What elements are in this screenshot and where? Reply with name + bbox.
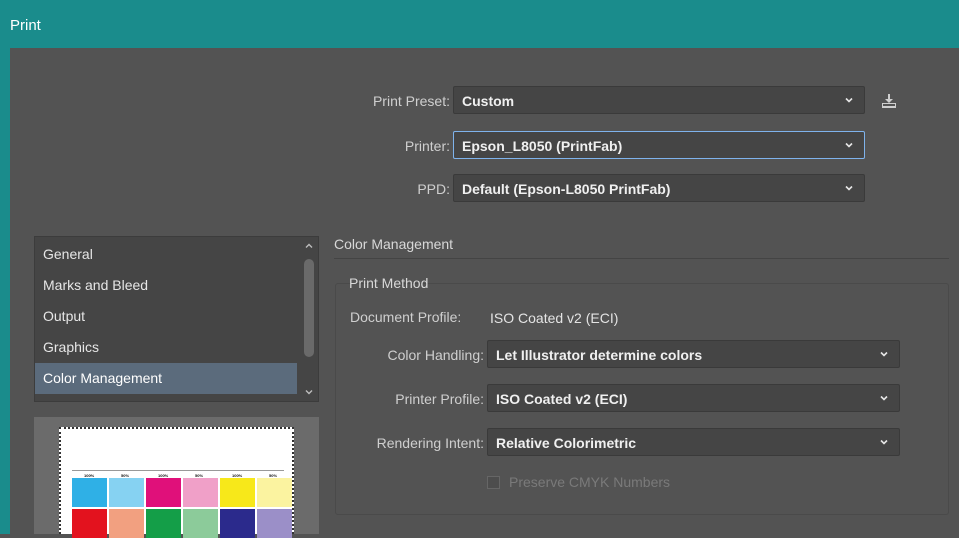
print-preset-value: Custom	[462, 93, 515, 109]
chevron-down-icon	[845, 97, 853, 103]
sidebar-item-label: General	[43, 246, 93, 262]
rendering-intent-select[interactable]: Relative Colorimetric	[487, 428, 900, 456]
chevron-down-icon	[845, 185, 853, 191]
save-preset-icon[interactable]	[880, 92, 898, 110]
sidebar-item-label: Color Management	[43, 370, 163, 386]
list-scrollbar[interactable]	[300, 237, 318, 401]
sidebar-item-label: Graphics	[43, 339, 100, 355]
print-preset-select[interactable]: Custom	[453, 86, 865, 114]
color-handling-value: Let Illustrator determine colors	[496, 347, 703, 363]
sidebar-item-output[interactable]: Output	[35, 301, 297, 332]
printer-value: Epson_L8050 (PrintFab)	[462, 138, 623, 154]
chevron-up-icon[interactable]	[304, 241, 314, 251]
sidebar-item-graphics[interactable]: Graphics	[35, 332, 297, 363]
print-preview: 100% 50% 100% 50% 100% 50%	[34, 417, 319, 538]
preview-swatch	[109, 478, 144, 507]
color-management-title: Color Management	[334, 236, 454, 252]
printer-profile-label: Printer Profile:	[395, 391, 484, 407]
sidebar-item-label: Output	[43, 308, 86, 324]
window-title: Print	[10, 17, 41, 34]
color-handling-label: Color Handling:	[387, 347, 485, 363]
sidebar-item-label: Marks and Bleed	[43, 277, 149, 293]
scrollbar-thumb[interactable]	[304, 259, 314, 357]
color-handling-select[interactable]: Let Illustrator determine colors	[487, 340, 900, 368]
sidebar-item-marks-and-bleed[interactable]: Marks and Bleed	[35, 270, 297, 301]
chevron-down-icon	[880, 395, 888, 401]
category-list[interactable]: General Marks and Bleed Output Graphics …	[34, 236, 319, 402]
preview-swatch	[257, 478, 292, 507]
dialog-content: Print Preset: Custom Printer: Epson_L805…	[10, 48, 959, 538]
preserve-cmyk-checkbox[interactable]	[487, 476, 500, 489]
printer-profile-select[interactable]: ISO Coated v2 (ECI)	[487, 384, 900, 412]
preview-swatch	[183, 478, 218, 507]
preview-page: 100% 50% 100% 50% 100% 50%	[59, 427, 294, 538]
preserve-cmyk-label: Preserve CMYK Numbers	[509, 474, 671, 490]
sidebar-item-general[interactable]: General	[35, 239, 297, 270]
document-profile-value: ISO Coated v2 (ECI)	[490, 310, 619, 326]
rendering-intent-label: Rendering Intent:	[376, 435, 484, 451]
ppd-select[interactable]: Default (Epson-L8050 PrintFab)	[453, 174, 865, 202]
ppd-value: Default (Epson-L8050 PrintFab)	[462, 181, 671, 197]
ppd-label: PPD:	[417, 181, 450, 197]
print-method-title: Print Method	[349, 275, 429, 291]
preview-rule	[72, 470, 284, 471]
printer-label: Printer:	[404, 138, 450, 154]
section-divider	[334, 258, 949, 259]
preview-swatch	[72, 478, 107, 507]
chevron-down-icon[interactable]	[304, 387, 314, 397]
sidebar-item-color-management[interactable]: Color Management	[35, 363, 297, 394]
window-title-bar: Print	[0, 0, 959, 48]
rendering-intent-value: Relative Colorimetric	[496, 435, 637, 451]
printer-select[interactable]: Epson_L8050 (PrintFab)	[453, 131, 865, 159]
sidebar-item-partial[interactable]	[35, 394, 297, 401]
preview-swatch	[146, 478, 181, 507]
window-left-frame	[0, 48, 10, 534]
printer-profile-value: ISO Coated v2 (ECI)	[496, 391, 628, 407]
chevron-down-icon	[880, 351, 888, 357]
print-preset-label: Print Preset:	[372, 93, 450, 109]
preview-swatch	[220, 478, 255, 507]
chevron-down-icon	[880, 439, 888, 445]
chevron-down-icon	[845, 142, 853, 148]
document-profile-label: Document Profile:	[350, 309, 462, 325]
